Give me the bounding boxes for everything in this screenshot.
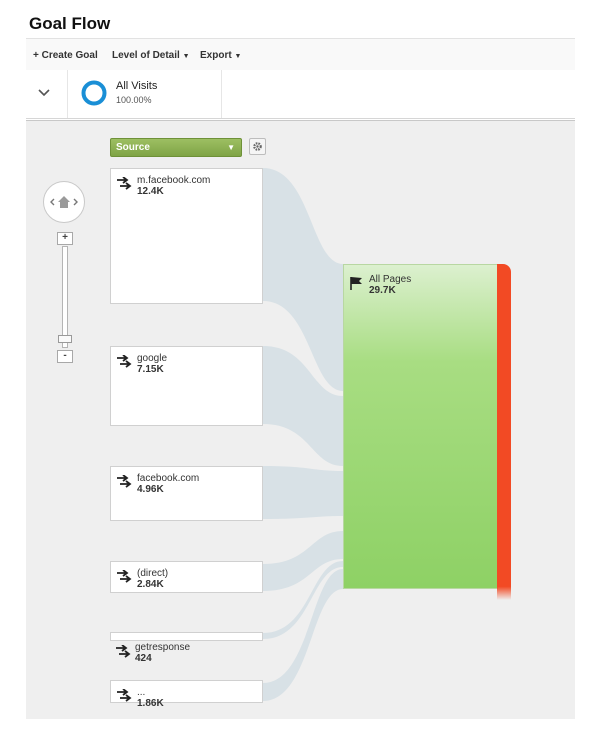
source-name: ... xyxy=(137,687,146,698)
create-goal-button[interactable]: + Create Goal xyxy=(33,50,98,61)
toolbar: + Create Goal Level of Detail ▼ Export ▼ xyxy=(26,38,575,72)
source-node-google[interactable]: google 7.15K xyxy=(110,346,263,426)
goal-name: All Pages xyxy=(369,274,412,285)
caret-down-icon: ▼ xyxy=(227,143,235,152)
segment-bar: All Visits 100.00% xyxy=(26,70,575,119)
source-dropdown[interactable]: Source ▼ xyxy=(110,138,242,157)
caret-down-icon: ▼ xyxy=(234,53,242,60)
source-name: (direct) xyxy=(137,568,169,579)
source-value: 7.15K xyxy=(137,364,164,375)
source-name: google xyxy=(137,353,168,364)
goal-node-all-pages[interactable]: All Pages 29.7K xyxy=(343,264,498,589)
segment-percent: 100.00% xyxy=(116,95,152,105)
arrows-icon xyxy=(116,176,132,196)
chevron-down-icon[interactable] xyxy=(36,85,52,101)
export-label: Export xyxy=(200,50,232,61)
gear-icon[interactable] xyxy=(249,138,266,155)
arrows-icon xyxy=(116,569,132,589)
arrows-icon xyxy=(116,354,132,374)
source-value: 1.86K xyxy=(137,698,164,709)
pan-control[interactable] xyxy=(43,181,85,223)
source-dropdown-label: Source xyxy=(116,142,150,153)
flag-icon xyxy=(349,276,365,295)
source-name: m.facebook.com xyxy=(137,175,211,186)
arrows-icon xyxy=(115,644,131,664)
page-title: Goal Flow xyxy=(29,14,111,33)
arrows-icon xyxy=(116,474,132,494)
zoom-slider-handle[interactable] xyxy=(58,335,72,343)
source-value: 12.4K xyxy=(137,186,164,197)
source-value: 2.84K xyxy=(137,579,164,590)
zoom-out-button[interactable]: - xyxy=(57,350,73,363)
zoom-in-button[interactable]: + xyxy=(57,232,73,245)
source-node-m-facebook[interactable]: m.facebook.com 12.4K xyxy=(110,168,263,304)
level-of-detail-label: Level of Detail xyxy=(112,50,180,61)
caret-down-icon: ▼ xyxy=(182,53,190,60)
source-node-direct[interactable]: (direct) 2.84K xyxy=(110,561,263,593)
source-node-other[interactable]: ... 1.86K xyxy=(110,680,263,709)
arrows-icon xyxy=(116,688,132,708)
export-menu[interactable]: Export ▼ xyxy=(200,50,241,61)
divider xyxy=(67,70,68,118)
level-of-detail-menu[interactable]: Level of Detail ▼ xyxy=(112,50,190,61)
ring-icon xyxy=(80,79,108,112)
source-name: getresponse xyxy=(135,642,191,653)
zoom-slider[interactable] xyxy=(62,246,68,348)
source-value: 4.96K xyxy=(137,484,164,495)
home-icon xyxy=(58,196,70,208)
source-name: facebook.com xyxy=(137,473,200,484)
goal-value: 29.7K xyxy=(369,285,396,296)
source-value: 424 xyxy=(135,653,152,664)
segment-name: All Visits xyxy=(116,80,158,92)
flow-band xyxy=(263,466,343,519)
flow-canvas[interactable]: Source ▼ + - m.facebook.com 12.4K google… xyxy=(26,120,575,719)
source-node-getresponse[interactable] xyxy=(110,632,263,641)
divider xyxy=(221,70,222,118)
dropoff-bar[interactable] xyxy=(497,264,511,600)
source-node-facebook[interactable]: facebook.com 4.96K xyxy=(110,466,263,521)
